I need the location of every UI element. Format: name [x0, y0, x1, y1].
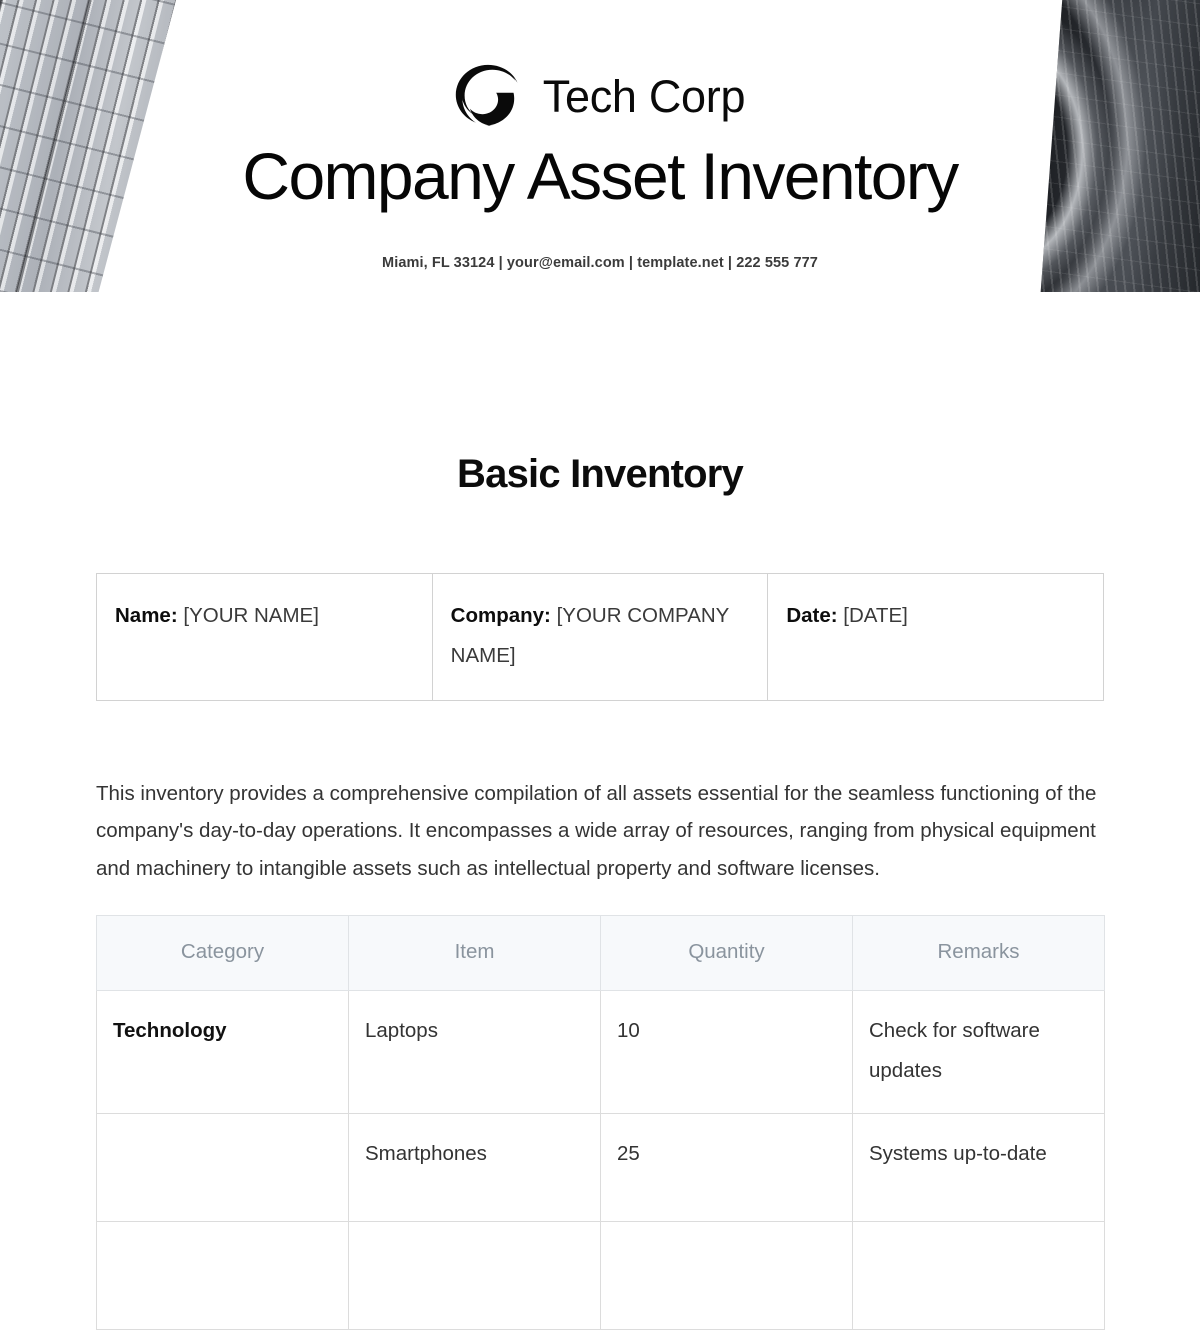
info-date-value: [DATE] — [843, 604, 908, 627]
asset-table-header-row: Category Item Quantity Remarks — [96, 914, 1105, 991]
document-body: Basic Inventory Name: [YOUR NAME] Compan… — [0, 452, 1200, 1330]
column-header-category[interactable]: Category — [96, 914, 349, 991]
cell-item[interactable]: Laptops — [348, 989, 601, 1114]
info-cell-name[interactable]: Name: [YOUR NAME] — [96, 573, 433, 701]
info-name-label: Name: — [115, 604, 178, 627]
column-header-quantity[interactable]: Quantity — [600, 914, 853, 991]
info-cell-company[interactable]: Company: [YOUR COMPANY NAME] — [431, 573, 769, 701]
cell-quantity[interactable] — [600, 1220, 853, 1330]
cell-category[interactable] — [96, 1112, 349, 1222]
ring-swirl-logo-icon — [455, 64, 518, 126]
intro-paragraph: This inventory provides a comprehensive … — [96, 781, 1097, 880]
info-table-row: Name: [YOUR NAME] Company: [YOUR COMPANY… — [96, 573, 1104, 701]
cell-item[interactable] — [348, 1220, 601, 1330]
brand-row: Tech Corp — [0, 0, 1200, 128]
cell-quantity[interactable]: 25 — [600, 1112, 853, 1222]
info-table: Name: [YOUR NAME] Company: [YOUR COMPANY… — [96, 573, 1104, 701]
document-header: Tech Corp Company Asset Inventory Miami,… — [0, 0, 1200, 292]
info-date-label: Date: — [786, 604, 838, 627]
info-cell-date[interactable]: Date: [DATE] — [767, 573, 1104, 701]
table-row — [96, 1220, 1105, 1330]
column-header-item[interactable]: Item — [348, 914, 601, 991]
cell-remarks[interactable]: Check for software updates — [852, 989, 1105, 1114]
cell-category[interactable] — [96, 1220, 349, 1330]
contact-line: Miami, FL 33124 | your@email.com | templ… — [382, 254, 818, 271]
header-center-block: Tech Corp Company Asset Inventory Miami,… — [0, 0, 1200, 271]
info-name-value: [YOUR NAME] — [183, 604, 319, 627]
section-title: Basic Inventory — [457, 452, 744, 496]
page-title: Company Asset Inventory — [242, 139, 959, 213]
cell-remarks[interactable]: Systems up-to-date — [852, 1112, 1105, 1222]
table-row: Technology Laptops 10 Check for software… — [96, 989, 1105, 1114]
cell-category[interactable]: Technology — [96, 989, 349, 1114]
cell-remarks[interactable] — [852, 1220, 1105, 1330]
cell-item[interactable]: Smartphones — [348, 1112, 601, 1222]
column-header-remarks[interactable]: Remarks — [852, 914, 1105, 991]
brand-name: Tech Corp — [542, 70, 746, 122]
asset-inventory-table: Category Item Quantity Remarks Technolog… — [96, 914, 1105, 1330]
info-company-label: Company: — [450, 604, 551, 627]
table-row: Smartphones 25 Systems up-to-date — [96, 1112, 1105, 1222]
cell-quantity[interactable]: 10 — [600, 989, 853, 1114]
